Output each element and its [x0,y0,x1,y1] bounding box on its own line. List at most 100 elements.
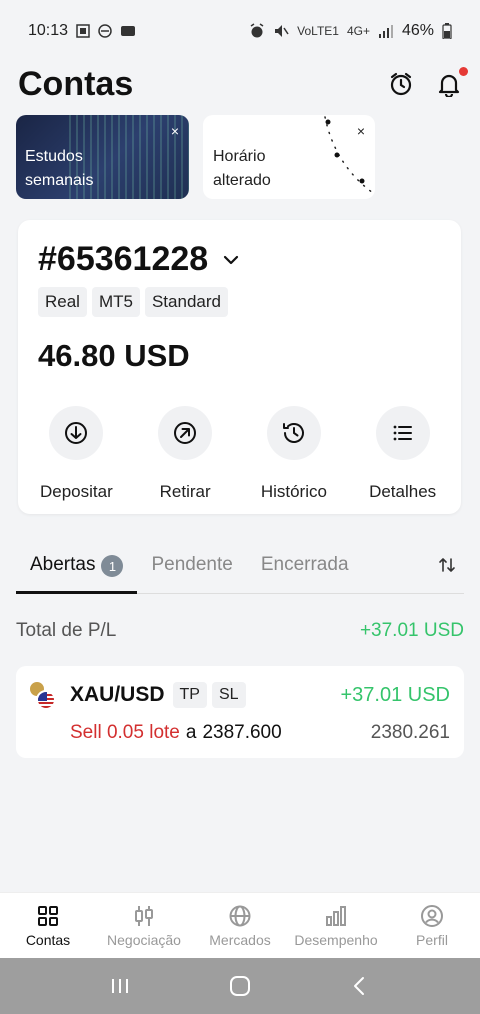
promo-text: Horário alterado [213,145,271,193]
chevron-down-icon [224,255,239,264]
profile-icon [421,904,443,927]
promo-text-line1: Estudos [25,148,83,165]
history-icon [282,423,304,443]
instrument-flags [28,680,58,710]
history-label: Histórico [260,482,327,501]
deposit-button[interactable]: Depositar [24,406,128,502]
details-button[interactable]: Detalhes [351,406,455,502]
promo-text-line2: alterado [213,172,271,189]
promo-close-button[interactable]: × [171,123,179,139]
total-pl-value: +37.01 USD [359,620,464,641]
nav-accounts[interactable]: Contas [0,904,96,948]
nav-profile[interactable]: Perfil [384,904,480,948]
account-balance: 46.80 USD [38,338,190,373]
bell-icon [438,74,460,99]
promo-card-schedule-changed[interactable]: Horário alterado × [203,115,375,199]
home-button[interactable] [220,966,260,1006]
status-left: 10:13 [28,22,136,40]
position-side-volume: Sell 0.05 lote [70,722,180,743]
account-tag-type: Real [38,287,87,317]
account-tags: Real MT5 Standard [38,287,228,317]
app-notification-icon [121,26,136,36]
tab-pending[interactable]: Pendente [137,554,246,594]
position-header: XAU/USD TP SL +37.01 USD [28,680,450,710]
system-navigation-bar [0,958,480,1014]
status-right: VoLTE1 4G+ 46% [249,22,452,40]
trade-icon [135,905,153,926]
details-icon-circle [375,406,430,460]
account-number: #65361228 [38,240,209,278]
tab-closed-label: Encerrada [260,554,349,575]
notification-dot [459,67,468,76]
withdraw-button[interactable]: Retirar [133,406,237,502]
recent-apps-button[interactable] [100,966,140,1006]
promo-close-button[interactable]: × [357,123,365,139]
signal-icon [378,25,393,38]
nav-trading-label: Negociação [107,931,181,948]
battery-percent: 46% [401,22,434,39]
bottom-navigation: Contas Negociação Mercados Desempenho Pe… [0,892,480,958]
back-button[interactable] [340,966,380,1006]
page-title: Contas [18,64,134,103]
account-selector[interactable]: #65361228 [38,240,240,279]
promo-text: Estudos semanais [25,145,93,193]
network-volte: VoLTE1 [297,24,339,38]
details-label: Detalhes [369,482,437,501]
nav-markets-label: Mercados [209,931,271,948]
nav-accounts-label: Contas [25,931,71,948]
position-price-prefix: a [185,722,197,743]
header: Contas [0,62,480,106]
promo-text-line1: Horário [213,148,266,165]
notifications-button[interactable] [436,67,468,99]
withdraw-icon-circle [158,406,213,460]
deposit-icon-circle [49,406,104,460]
alarm-button[interactable] [388,71,414,97]
position-details: Sell 0.05 lote a 2387.600 2380.261 [70,722,450,744]
recent-apps-icon [112,979,128,993]
promo-carousel: Estudos semanais × Horário alterado × [16,115,375,199]
position-tag-tp: TP [172,682,207,708]
withdraw-icon [174,422,197,444]
history-icon-circle [266,406,321,460]
account-actions: Depositar Retirar Histórico Detalhes [18,406,461,502]
alarm-status-icon [250,23,264,38]
promo-card-weekly-studies[interactable]: Estudos semanais × [16,115,189,199]
status-time: 10:13 [28,22,69,39]
position-pl: +37.01 USD [340,683,450,706]
promo-text-line2: semanais [25,172,94,189]
total-pl-row: Total de P/L +37.01 USD [16,620,464,642]
screenshot-icon [76,24,90,38]
tab-open[interactable]: Abertas 1 [16,554,138,594]
account-tag-platform: MT5 [91,287,140,317]
home-icon [230,976,250,996]
sort-icon [439,558,455,572]
performance-icon [326,905,346,926]
battery-icon [442,23,452,39]
sort-button[interactable] [430,554,464,581]
nav-profile-label: Perfil [416,931,448,948]
position-open-price: 2387.600 [202,722,282,743]
back-icon [354,977,364,995]
alarm-clock-icon [390,72,412,96]
account-tag-plan: Standard [144,287,228,317]
accounts-icon [38,905,58,926]
markets-icon [229,905,251,926]
deposit-label: Depositar [39,482,113,501]
nav-performance[interactable]: Desempenho [288,904,384,948]
header-icons [388,67,468,99]
position-card[interactable]: XAU/USD TP SL +37.01 USD Sell 0.05 lote … [16,666,464,758]
mute-icon [275,25,289,37]
position-symbol: XAU/USD [70,683,165,706]
tab-closed[interactable]: Encerrada [247,554,363,594]
nav-trading[interactable]: Negociação [96,904,192,948]
deposit-icon [65,422,88,444]
position-current-price: 2380.261 [370,722,450,743]
withdraw-label: Retirar [159,482,211,501]
nav-markets[interactable]: Mercados [192,904,288,948]
total-pl-label: Total de P/L [16,620,117,641]
status-bar: 10:13 VoLTE1 4G+ 46% [0,0,480,62]
history-button[interactable]: Histórico [242,406,346,502]
tab-pending-label: Pendente [151,554,233,575]
tab-open-badge: 1 [101,555,124,577]
positions-tabs: Abertas 1 Pendente Encerrada [16,554,464,594]
